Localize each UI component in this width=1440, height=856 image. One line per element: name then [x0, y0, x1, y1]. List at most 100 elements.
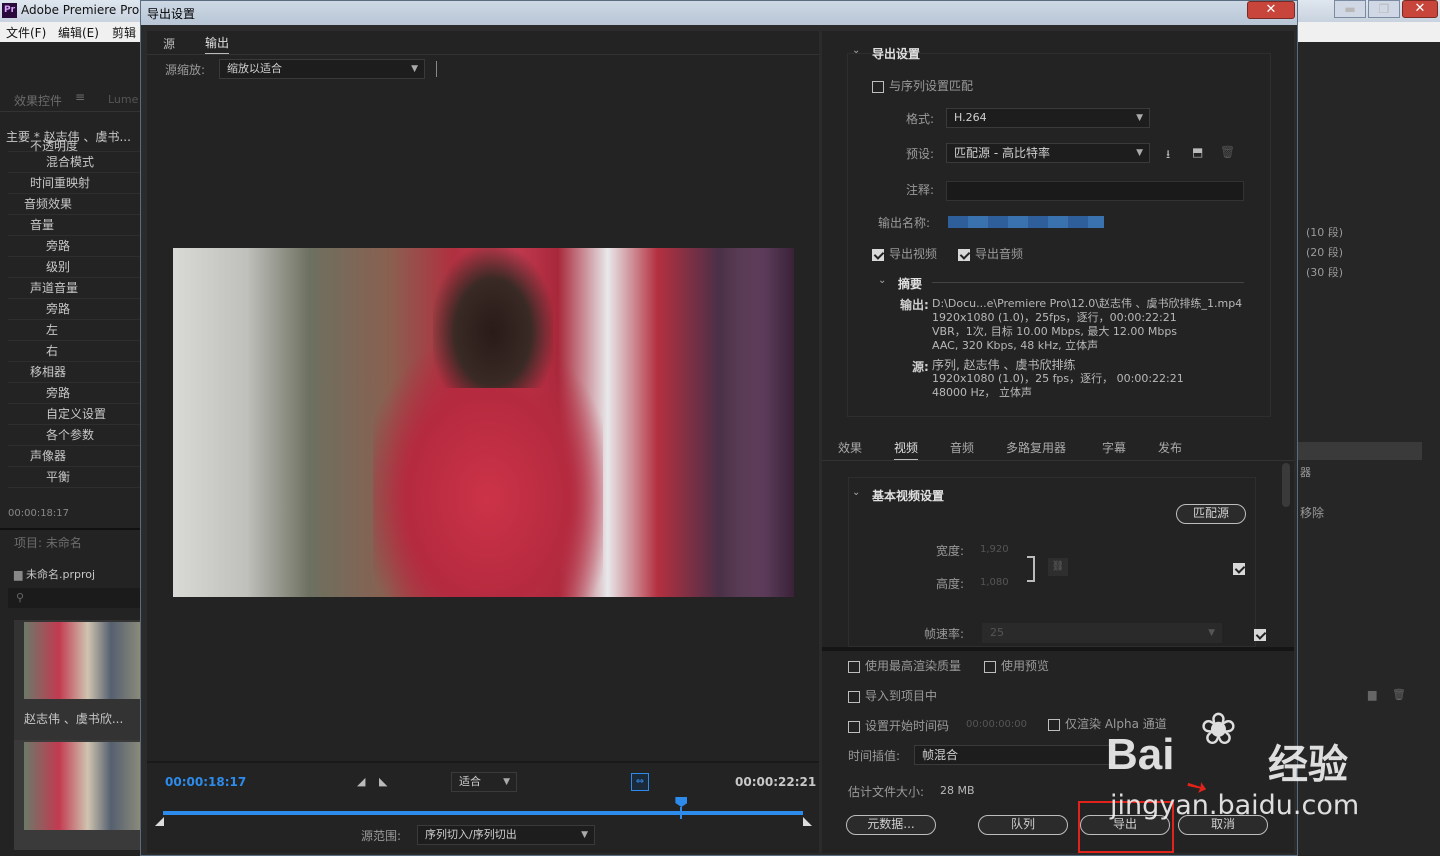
effect-row[interactable]: 各个参数 — [8, 425, 140, 446]
effect-row[interactable]: 时间重映射 — [8, 173, 140, 194]
collapse-chevron-icon[interactable]: ⌄ — [852, 487, 860, 498]
match-source-button[interactable]: 匹配源 — [1176, 504, 1246, 524]
remove-item[interactable]: 移除 — [1300, 504, 1324, 521]
effect-row[interactable]: 移相器 — [8, 362, 140, 383]
use-preview-option[interactable]: 使用预览 — [984, 657, 1049, 674]
tab-lumetri[interactable]: Lume — [108, 93, 138, 106]
tab-effect-controls[interactable]: 效果控件 — [14, 92, 62, 109]
collapse-chevron-icon[interactable]: ⌄ — [852, 45, 860, 56]
project-title[interactable]: 项目: 未命名 — [14, 534, 82, 551]
collapse-chevron-icon[interactable]: ⌄ — [878, 275, 886, 286]
import-project-checkbox[interactable] — [848, 690, 860, 703]
filesize-value: 28 MB — [940, 784, 975, 797]
effect-row[interactable]: 自定义设置 — [8, 404, 140, 425]
effect-row[interactable]: 声道音量 — [8, 278, 140, 299]
start-timecode-value[interactable]: 00:00:00:00 — [966, 719, 1027, 730]
save-preset-icon[interactable]: ⭳ — [1166, 145, 1170, 166]
mark-out-icon[interactable]: ◣ — [379, 775, 387, 788]
output-name-link[interactable] — [948, 216, 1104, 228]
tab-source[interactable]: 源 — [163, 35, 175, 52]
app-close-icon[interactable]: ✕ — [1402, 0, 1438, 18]
fit-select[interactable]: 适合 ▼ — [451, 772, 517, 792]
settings-tab-1[interactable]: 视频 — [894, 439, 919, 460]
maximize-icon[interactable]: ❐ — [1368, 0, 1400, 18]
start-timecode-checkbox[interactable] — [848, 720, 860, 733]
fps-select[interactable]: 25 ▼ — [982, 623, 1222, 643]
folder-icon[interactable]: ▆ — [1368, 688, 1376, 701]
source-scale-select[interactable]: 缩放以适合 ▼ — [219, 59, 425, 79]
clip-thumbnail-2[interactable] — [14, 740, 140, 850]
width-value[interactable]: 1,920 — [980, 544, 1009, 555]
alpha-only-option[interactable]: 仅渲染 Alpha 通道 — [1048, 715, 1167, 732]
settings-tab-5[interactable]: 发布 — [1158, 439, 1182, 456]
mark-in-icon[interactable]: ◢ — [357, 775, 365, 788]
height-value[interactable]: 1,080 — [980, 577, 1009, 588]
preset-select[interactable]: 匹配源 - 高比特率 ▼ — [946, 143, 1150, 163]
match-fps-checkbox[interactable] — [1253, 628, 1266, 641]
max-quality-option[interactable]: 使用最高渲染质量 — [848, 657, 961, 674]
match-size-checkbox[interactable] — [1233, 562, 1245, 575]
delete-preset-icon[interactable]: 🗑 — [1220, 145, 1235, 159]
start-timecode-option[interactable]: 设置开始时间码 — [848, 717, 949, 734]
panel-menu-icon[interactable]: ≡ — [75, 90, 85, 104]
settings-tab-4[interactable]: 字幕 — [1102, 439, 1126, 456]
clip-thumbnail-1[interactable]: 赵志伟 、虞书欣... — [14, 620, 140, 740]
range-end-handle-icon[interactable] — [803, 817, 812, 826]
trash-icon[interactable]: 🗑 — [1392, 688, 1406, 701]
dialog-close-icon[interactable]: ✕ — [1247, 1, 1295, 19]
alpha-only-checkbox[interactable] — [1048, 718, 1060, 731]
playhead[interactable] — [675, 797, 688, 819]
minimize-icon[interactable]: ▬ — [1334, 0, 1366, 18]
max-quality-checkbox[interactable] — [848, 660, 860, 673]
effect-row[interactable]: 音频效果 — [8, 194, 140, 215]
export-audio-option[interactable]: 导出音频 — [958, 245, 1023, 262]
menu-clip[interactable]: 剪辑 — [112, 24, 136, 41]
export-video-checkbox[interactable] — [872, 248, 884, 261]
scrollbar-thumb[interactable] — [1282, 463, 1290, 507]
search-icon[interactable]: ⚲ — [8, 588, 140, 608]
effect-row[interactable]: 混合模式 — [8, 152, 140, 173]
end-timecode: 00:00:22:21 — [735, 775, 817, 789]
use-preview-label: 使用预览 — [1001, 659, 1050, 673]
settings-tab-2[interactable]: 音频 — [950, 439, 974, 456]
preview-tabs: 源 输出 — [147, 31, 819, 55]
comment-input[interactable] — [946, 181, 1244, 201]
use-preview-checkbox[interactable] — [984, 660, 996, 673]
range-start-handle-icon[interactable] — [155, 817, 164, 826]
effect-row[interactable]: 平衡 — [8, 467, 140, 488]
aspect-toggle-icon[interactable]: ⇔ — [631, 773, 649, 791]
source-range-select[interactable]: 序列切入/序列切出 ▼ — [417, 825, 595, 845]
metadata-button[interactable]: 元数据... — [846, 815, 936, 835]
settings-tab-0[interactable]: 效果 — [838, 439, 862, 456]
effect-row[interactable]: 旁路 — [8, 383, 140, 404]
format-select[interactable]: H.264 ▼ — [946, 108, 1150, 128]
menu-edit[interactable]: 编辑(E) — [58, 24, 99, 41]
start-timecode-label: 设置开始时间码 — [865, 719, 950, 733]
menu-file[interactable]: 文件(F) — [6, 24, 46, 41]
tab-output[interactable]: 输出 — [205, 34, 230, 54]
effect-row[interactable]: 旁路 — [8, 299, 140, 320]
import-project-option[interactable]: 导入到项目中 — [848, 687, 937, 704]
export-video-option[interactable]: 导出视频 — [872, 245, 937, 262]
effect-row[interactable]: 左 — [8, 320, 140, 341]
effect-row[interactable]: 声像器 — [8, 446, 140, 467]
effect-row[interactable]: 不透明度 — [8, 140, 140, 152]
effect-row[interactable]: 旁路 — [8, 236, 140, 257]
match-sequence-option[interactable]: 与序列设置匹配 — [872, 77, 973, 94]
import-preset-icon[interactable]: ⬒ — [1192, 145, 1203, 159]
export-audio-checkbox[interactable] — [958, 248, 970, 261]
queue-button[interactable]: 队列 — [978, 815, 1068, 835]
chain-link-icon[interactable]: ⛓ — [1048, 558, 1068, 576]
effect-row[interactable]: 级别 — [8, 257, 140, 278]
cancel-button[interactable]: 取消 — [1178, 815, 1268, 835]
settings-tab-3[interactable]: 多路复用器 — [1006, 439, 1066, 456]
interpolation-select[interactable]: 帧混合 — [914, 745, 1114, 765]
match-sequence-checkbox[interactable] — [872, 80, 884, 93]
current-timecode[interactable]: 00:00:18:17 — [165, 775, 246, 789]
timeline-track[interactable] — [163, 811, 803, 815]
right-panel: (10 段) (20 段) (30 段) 器 移除 ▆ 🗑 — [1298, 42, 1440, 856]
app-window-controls: ▬ ❐ ✕ — [1334, 0, 1438, 20]
effect-row[interactable]: 音量 — [8, 215, 140, 236]
preview-subject-hair — [433, 248, 553, 388]
effect-row[interactable]: 右 — [8, 341, 140, 362]
